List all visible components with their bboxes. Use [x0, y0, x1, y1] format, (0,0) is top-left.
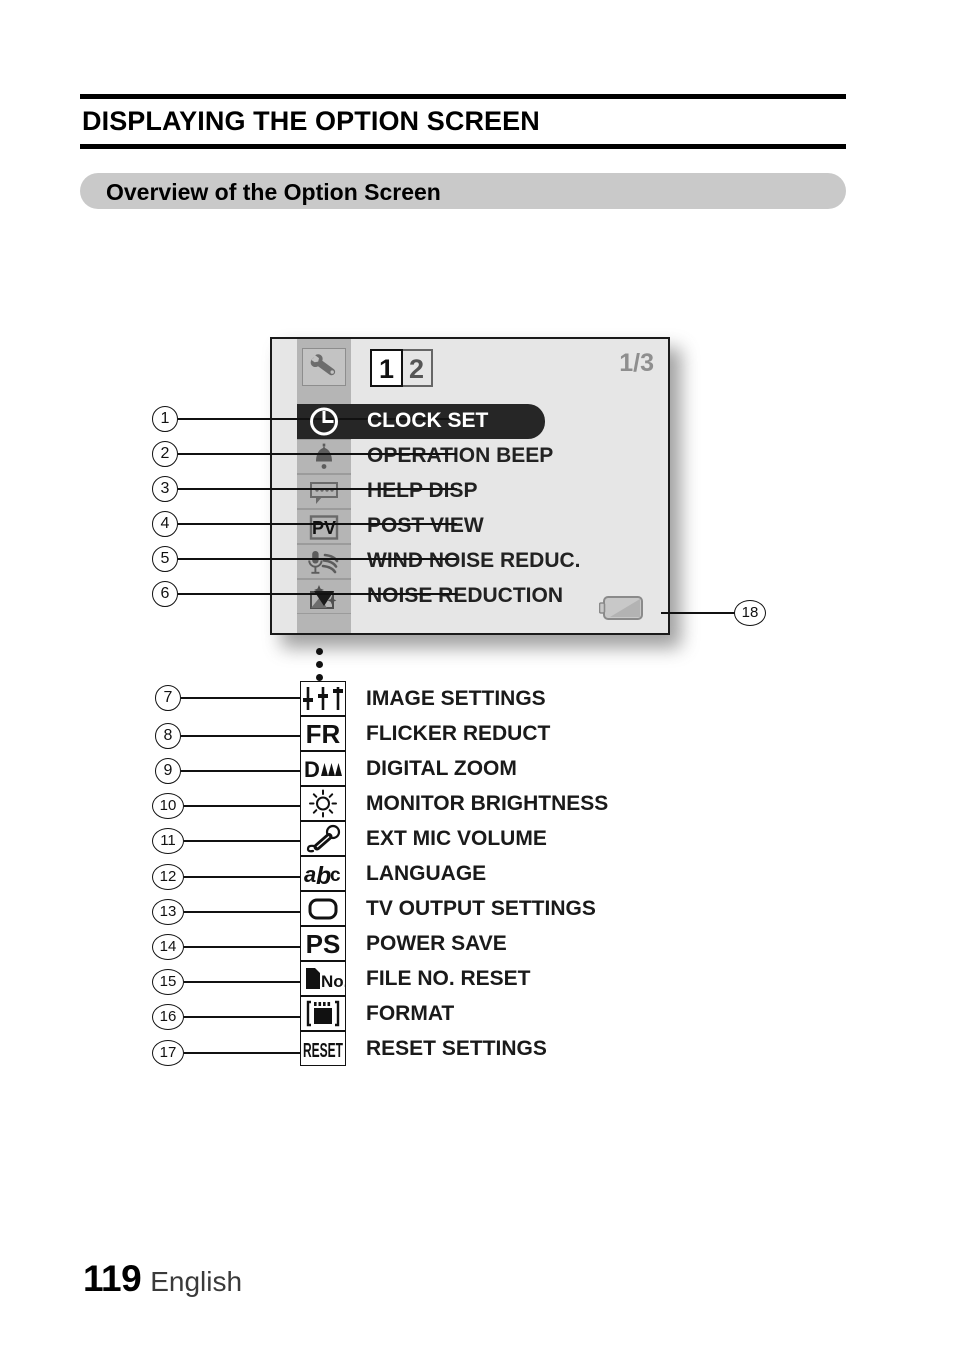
speech-bubble-icon	[297, 474, 351, 509]
callout-number: 8	[155, 723, 181, 749]
lcd-menu-label: OPERATION BEEP	[367, 444, 554, 467]
format-card-icon	[300, 996, 346, 1031]
callout-number: 10	[152, 793, 184, 819]
callout-number: 14	[152, 934, 184, 960]
svg-text:FR: FR	[306, 719, 341, 749]
page-tab-1[interactable]: 1	[370, 349, 403, 387]
callout-leader	[184, 946, 300, 948]
list-item-label: FILE NO. RESET	[366, 967, 531, 990]
page-tab-2[interactable]: 2	[400, 349, 433, 387]
list-item-label: EXT MIC VOLUME	[366, 827, 547, 850]
lcd-menu-label: POST VIEW	[367, 514, 484, 537]
abc-icon: a b c	[300, 856, 346, 891]
callout-leader	[178, 523, 457, 525]
page-footer: 119 English	[83, 1258, 242, 1300]
bell-icon	[297, 439, 351, 474]
list-item-label: LANGUAGE	[366, 862, 487, 885]
connector-dot	[316, 648, 323, 655]
callout-number: 17	[152, 1040, 184, 1066]
callout-leader	[184, 840, 300, 842]
callout-leader	[184, 805, 300, 807]
callout-leader	[178, 453, 457, 455]
ext-mic-icon	[300, 821, 346, 856]
battery-half-icon	[598, 594, 647, 622]
header-rule-bottom	[80, 144, 846, 150]
sliders-icon	[300, 681, 346, 716]
page-tab-2-label: 2	[408, 354, 425, 384]
callout-number: 18	[734, 600, 766, 626]
lcd-menu-label: NOISE REDUCTION	[367, 584, 564, 607]
file-no-icon: No.	[300, 961, 346, 996]
tv-icon	[300, 891, 346, 926]
clock-icon	[297, 404, 351, 439]
digital-zoom-icon: D	[300, 751, 346, 786]
callout-number: 16	[152, 1004, 184, 1030]
callout-18: 18	[661, 600, 766, 626]
section-heading-bar: Overview of the Option Screen	[80, 173, 846, 209]
callout-number: 1	[152, 406, 178, 432]
callout-leader	[184, 876, 300, 878]
callout-number: 11	[152, 828, 184, 854]
connector-dot	[316, 661, 323, 668]
callout-number: 13	[152, 899, 184, 925]
lcd-option-screen: 1 2 1/3 CLOCK SET OPERATION BEEP HELP DI…	[270, 337, 670, 635]
svg-text:RESET: RESET	[303, 1040, 343, 1062]
callout-number: 6	[152, 581, 178, 607]
callout-leader	[181, 735, 300, 737]
svg-text:c: c	[330, 865, 341, 886]
callout-number: 3	[152, 476, 178, 502]
svg-text:D: D	[304, 757, 320, 782]
svg-text:PS: PS	[306, 929, 341, 959]
callout-leader	[661, 612, 737, 614]
page-indicator: 1/3	[619, 349, 654, 377]
page-title: DISPLAYING THE OPTION SCREEN	[82, 106, 540, 136]
page-number: 119	[83, 1258, 142, 1299]
section-title: Overview of the Option Screen	[106, 179, 441, 205]
callout-leader	[184, 981, 300, 983]
callout-number: 12	[152, 864, 184, 890]
mic-wind-icon	[297, 544, 351, 579]
pv-icon: PV	[297, 509, 351, 544]
svg-text:a: a	[304, 862, 316, 887]
scroll-down-arrow[interactable]	[297, 587, 351, 613]
list-item-label: FLICKER REDUCT	[366, 722, 551, 745]
callout-number: 7	[155, 685, 181, 711]
footer-language: English	[150, 1266, 243, 1297]
list-item-label: DIGITAL ZOOM	[366, 757, 517, 780]
lcd-menu-label: WIND NOISE REDUC.	[367, 549, 581, 572]
callout-leader	[178, 488, 457, 490]
callout-number: 15	[152, 969, 184, 995]
fr-icon: FR	[300, 716, 346, 751]
list-item-label: IMAGE SETTINGS	[366, 687, 546, 710]
callout-number: 5	[152, 546, 178, 572]
lcd-menu-label: CLOCK SET	[367, 409, 489, 432]
page-tab-1-label: 1	[378, 354, 395, 384]
page-header: DISPLAYING THE OPTION SCREEN	[80, 94, 846, 150]
wrench-icon	[302, 348, 346, 386]
list-item-label: MONITOR BRIGHTNESS	[366, 792, 609, 815]
callout-number: 2	[152, 441, 178, 467]
lcd-menu-label: HELP DISP	[367, 479, 478, 502]
svg-text:No.: No.	[321, 972, 345, 991]
callout-number: 9	[155, 758, 181, 784]
callout-leader	[184, 911, 300, 913]
callout-leader	[184, 1016, 300, 1018]
callout-leader	[184, 1052, 300, 1054]
ps-icon: PS	[300, 926, 346, 961]
callout-leader	[178, 593, 457, 595]
reset-icon: RESET	[300, 1031, 346, 1066]
list-item-label: TV OUTPUT SETTINGS	[366, 897, 596, 920]
list-item-label: POWER SAVE	[366, 932, 507, 955]
connector-dot	[316, 674, 323, 681]
callout-number: 4	[152, 511, 178, 537]
svg-text:b: b	[316, 862, 331, 890]
callout-leader	[178, 558, 457, 560]
svg-text:PV: PV	[312, 518, 336, 538]
list-item-label: RESET SETTINGS	[366, 1037, 547, 1060]
callout-leader	[181, 770, 300, 772]
list-item-label: FORMAT	[366, 1002, 455, 1025]
brightness-icon	[300, 786, 346, 821]
callout-leader	[181, 697, 300, 699]
